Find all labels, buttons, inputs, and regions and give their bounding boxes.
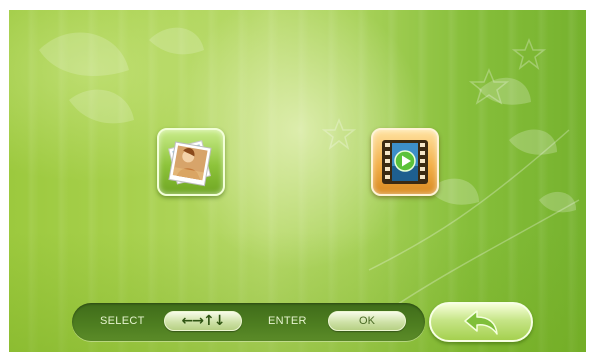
photos-button[interactable]: [157, 128, 225, 196]
enter-label: ENTER: [268, 315, 307, 327]
background-leaf-decoration: [39, 27, 580, 311]
select-label: SELECT: [100, 315, 145, 327]
back-arrow-icon: [464, 310, 498, 335]
photo-stack-icon: [168, 140, 212, 187]
video-button[interactable]: [371, 128, 439, 196]
film-play-icon: [382, 140, 428, 184]
ok-label: OK: [359, 315, 375, 327]
ok-key-hint: OK: [328, 311, 406, 331]
arrow-keys-icon: ←→↑↓: [181, 313, 226, 329]
control-hint-bar: SELECT ←→↑↓ ENTER OK: [72, 303, 425, 341]
back-button[interactable]: [429, 302, 533, 342]
media-menu-screen: SELECT ←→↑↓ ENTER OK: [9, 10, 586, 352]
direction-keys-hint: ←→↑↓: [164, 311, 242, 331]
